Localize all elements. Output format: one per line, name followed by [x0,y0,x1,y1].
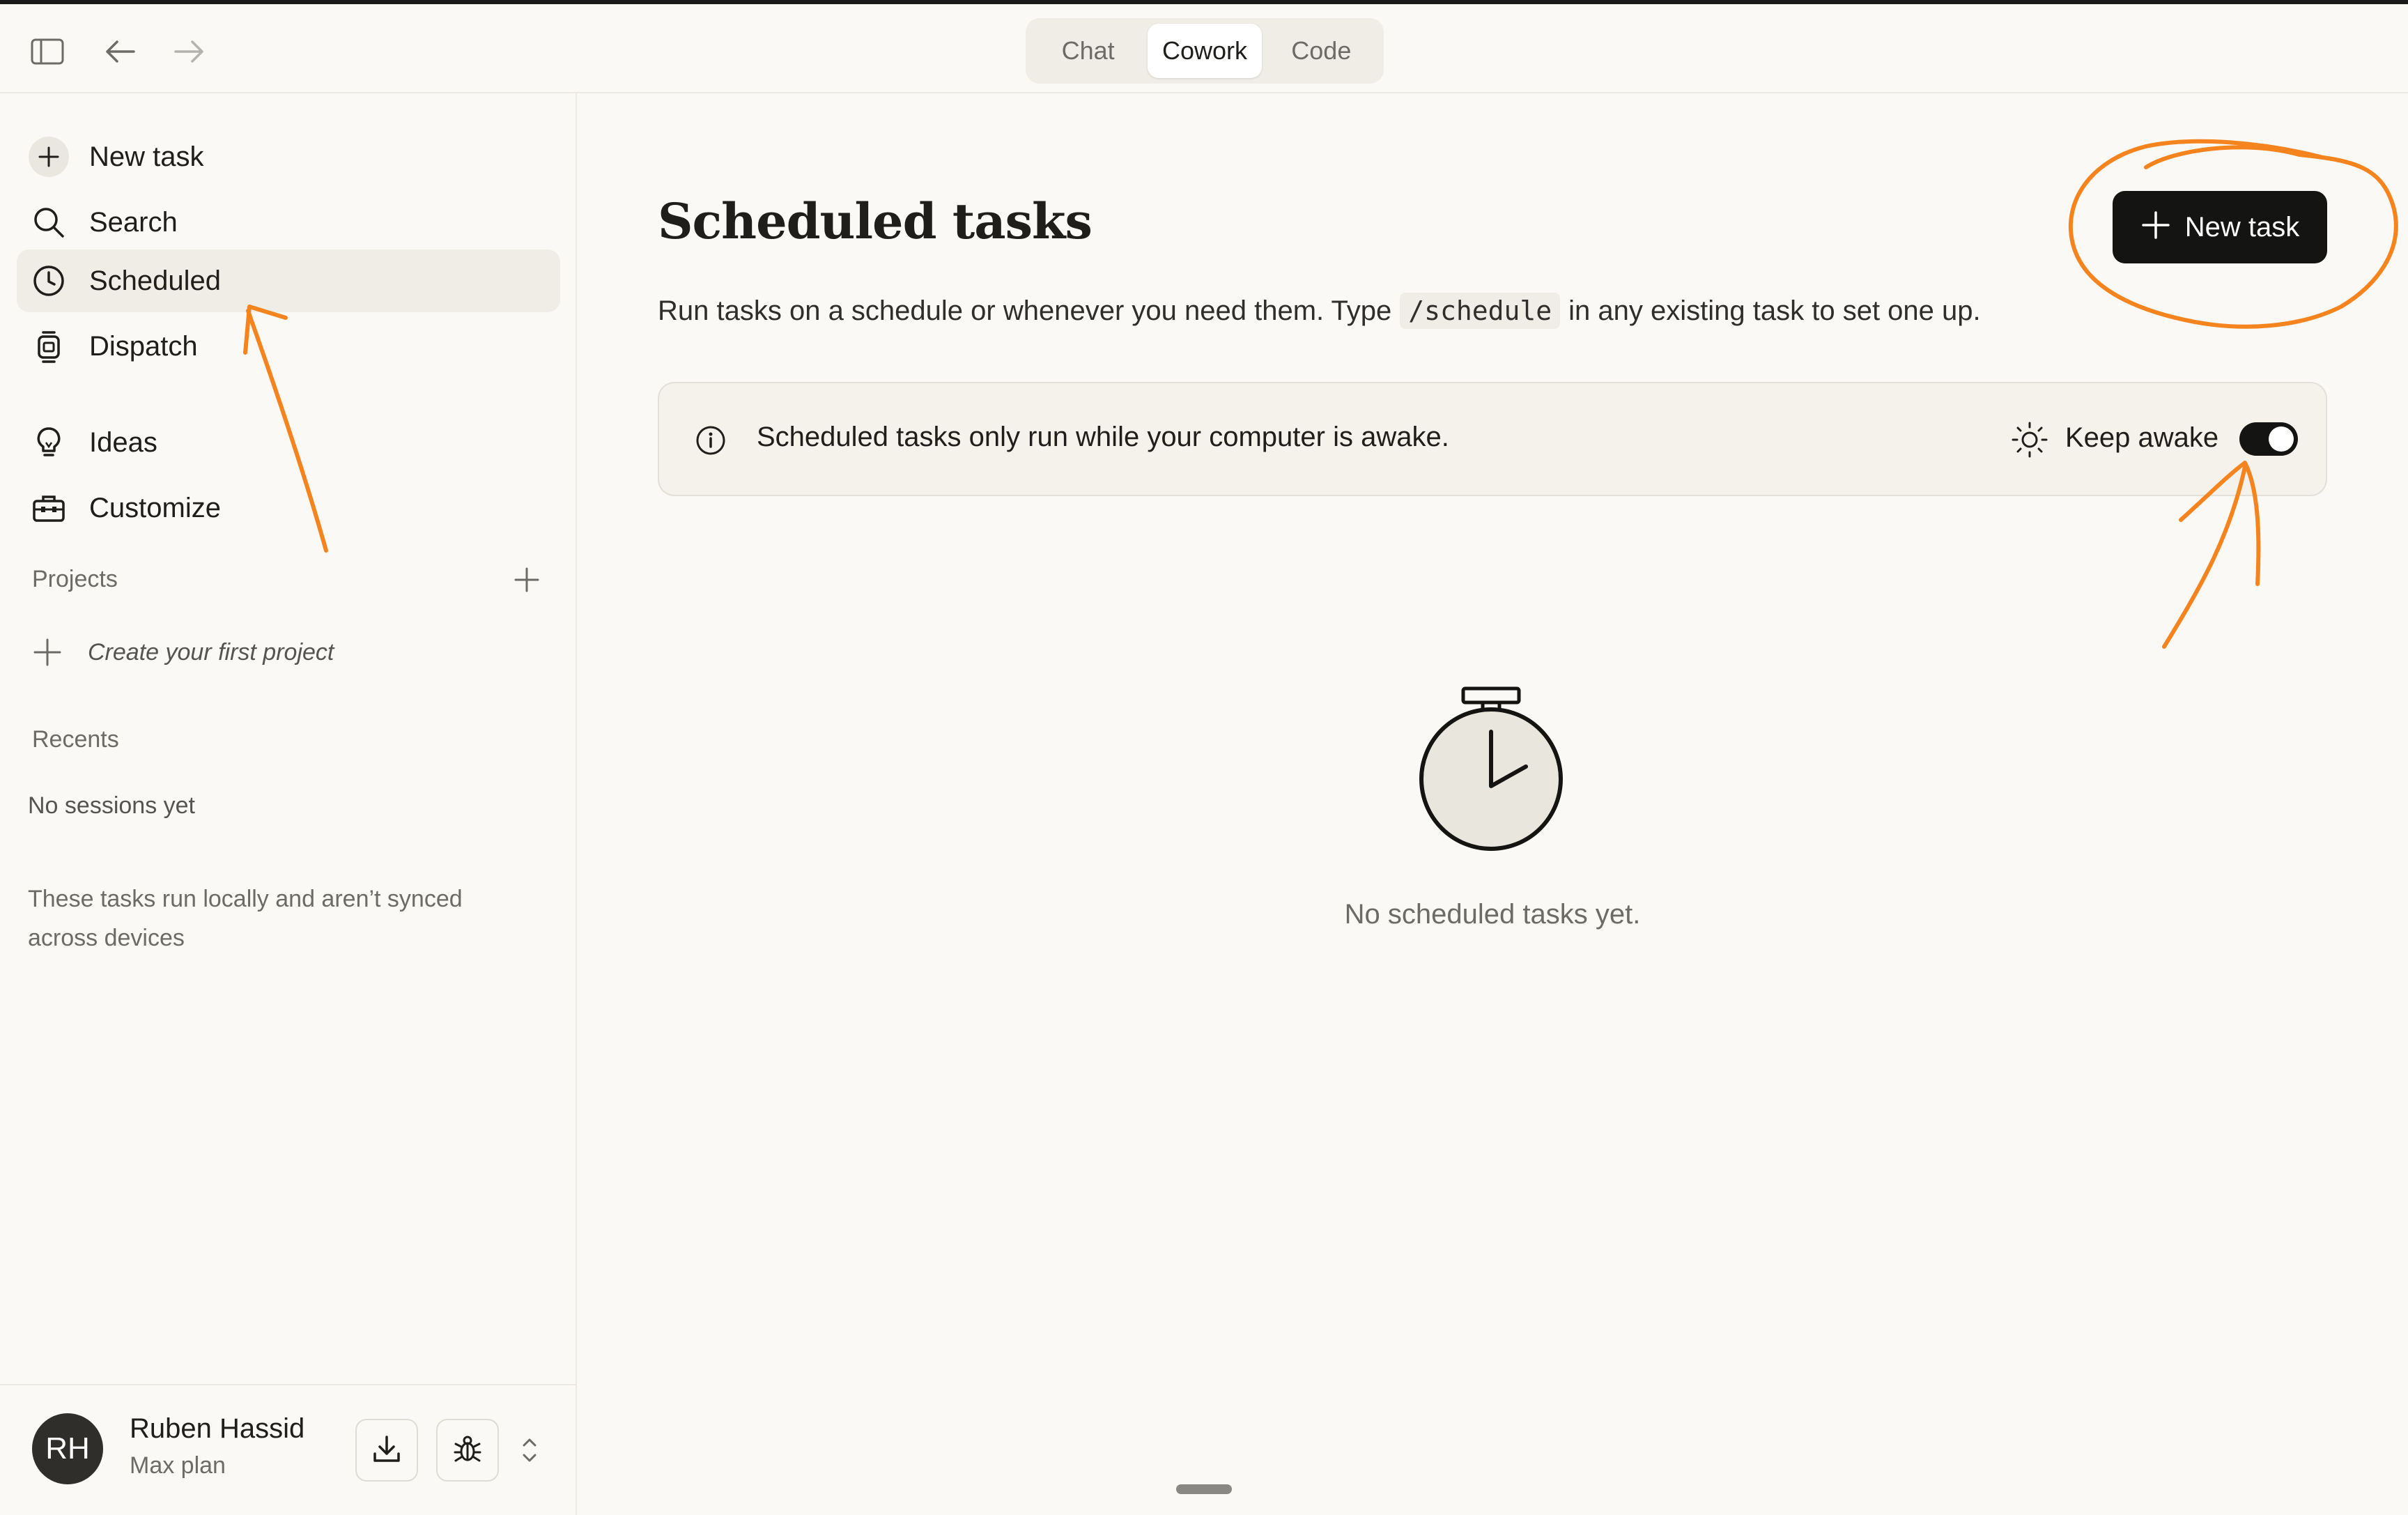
search-icon [28,201,70,243]
recents-heading: Recents [32,726,119,753]
new-task-button[interactable]: New task [2113,191,2327,263]
create-project-plus-icon [32,637,63,668]
back-arrow-icon[interactable] [99,31,141,72]
lightbulb-icon [28,422,70,463]
plus-icon [2140,208,2171,247]
user-name: Ruben Hassid [130,1413,305,1444]
page-title: Scheduled tasks [658,192,1093,250]
sidebar-item-scheduled[interactable]: Scheduled [17,249,560,312]
bug-report-button[interactable] [436,1419,499,1482]
projects-heading: Projects [32,566,118,592]
resize-handle[interactable] [1176,1484,1232,1494]
add-project-icon[interactable] [511,564,542,595]
subtitle-text: Run tasks on a schedule or whenever you … [658,295,1392,326]
sidebar-item-label: Customize [89,492,221,523]
info-icon [694,424,727,457]
user-plan: Max plan [130,1452,226,1479]
notice-text: Scheduled tasks only run while your comp… [757,422,1449,452]
stopwatch-icon [1414,682,1568,856]
mode-switcher: Chat Cowork Code [1026,18,1384,84]
download-button[interactable] [355,1419,418,1482]
watch-icon [28,325,70,367]
top-bar: Chat Cowork Code [0,4,2408,93]
sidebar-item-label: Scheduled [89,265,222,296]
sidebar-item-ideas[interactable]: Ideas [17,411,560,474]
tab-code[interactable]: Code [1265,24,1378,78]
create-project-link[interactable]: Create your first project [88,633,334,672]
clock-icon [28,260,70,302]
tab-chat[interactable]: Chat [1031,24,1145,78]
sidebar-item-label: Ideas [89,426,157,458]
sun-icon [2011,421,2048,459]
sidebar-item-new-task[interactable]: New task [17,125,560,188]
empty-state-text: No scheduled tasks yet. [1344,899,1641,930]
plus-icon [28,136,70,178]
account-menu-chevron-icon[interactable] [516,1433,543,1468]
page-subtitle: Run tasks on a schedule or whenever you … [658,293,1981,329]
schedule-command-code: /schedule [1400,293,1561,329]
forward-arrow-icon[interactable] [169,31,210,72]
toolbox-icon [28,487,70,529]
download-icon [371,1433,403,1468]
sidebar-item-customize[interactable]: Customize [17,477,560,539]
new-task-label: New task [2184,211,2300,243]
sidebar-item-label: New task [89,141,204,172]
sidebar-item-label: Dispatch [89,330,198,362]
bug-icon [452,1433,484,1468]
tab-cowork[interactable]: Cowork [1148,24,1262,78]
subtitle-text: in any existing task to set one up. [1568,295,1981,326]
sidebar-item-dispatch[interactable]: Dispatch [17,315,560,378]
sidebar-item-label: Search [89,206,178,238]
app-window: Chat Cowork Code New task Search Schedul… [0,0,2408,1515]
awake-notice-banner: Scheduled tasks only run while your comp… [658,382,2327,496]
sidebar: New task Search Scheduled Dispatch Ideas [0,93,577,1515]
sync-note: These tasks run locally and aren’t synce… [28,886,463,951]
sidebar-toggle-icon[interactable] [26,31,68,72]
sidebar-item-search[interactable]: Search [17,191,560,254]
keep-awake-toggle[interactable] [2239,422,2298,456]
keep-awake-label: Keep awake [2065,422,2219,453]
no-sessions-text: No sessions yet [28,792,195,819]
avatar[interactable]: RH [32,1413,103,1484]
toggle-knob [2269,426,2294,452]
